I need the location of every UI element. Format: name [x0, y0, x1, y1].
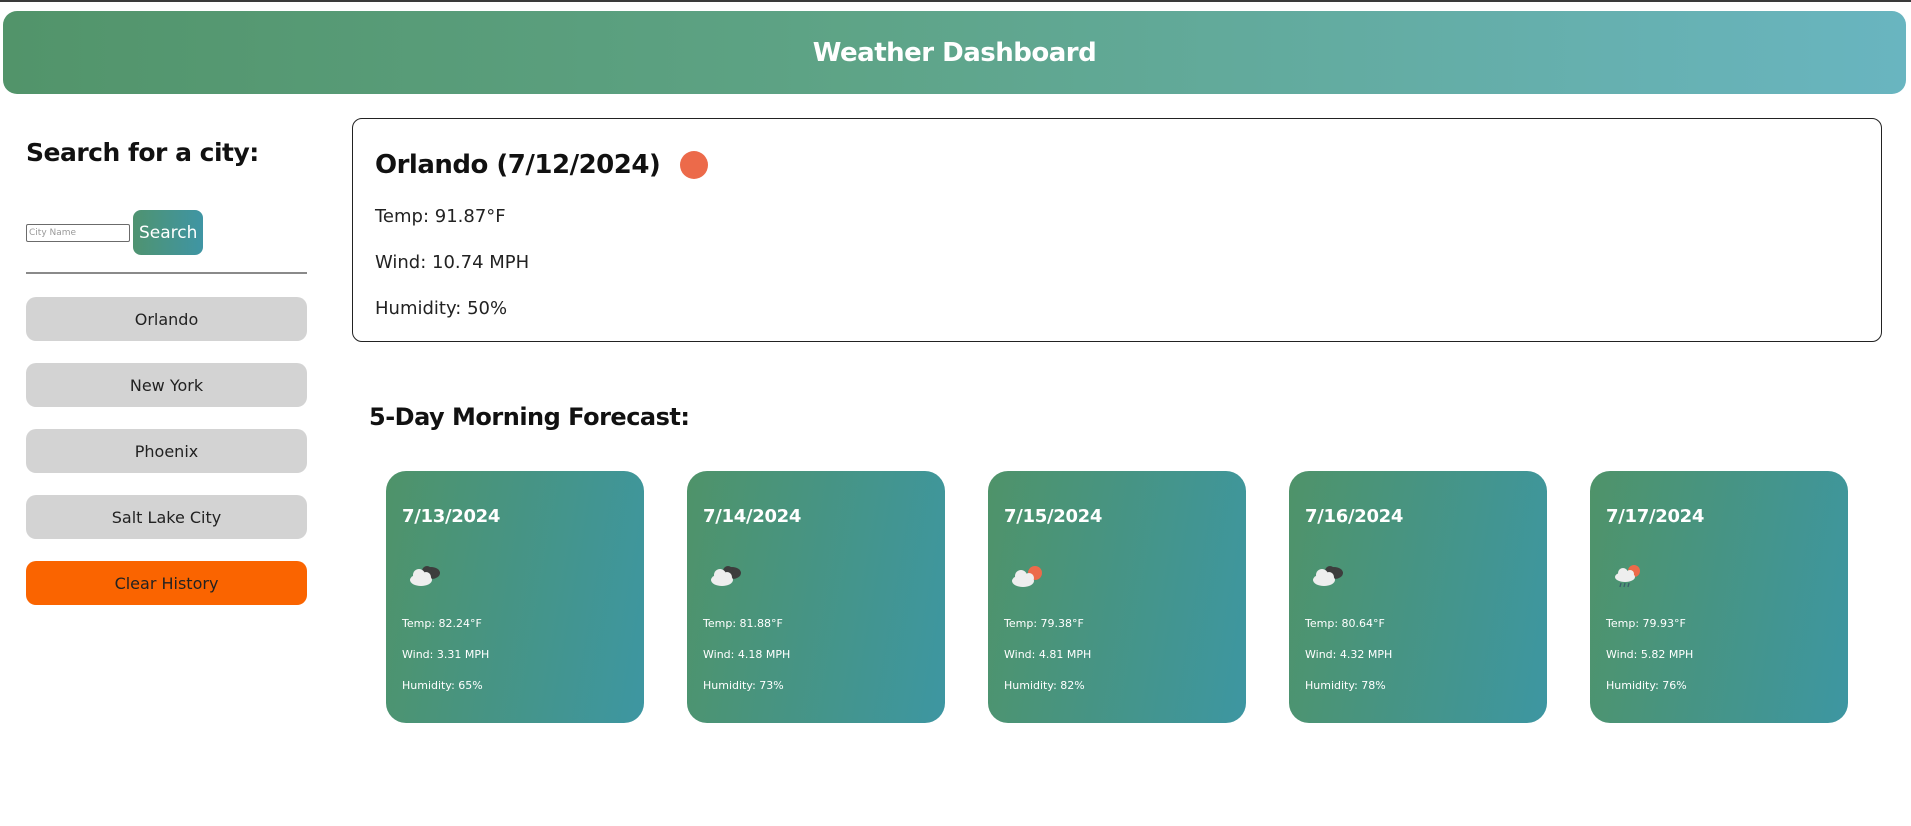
forecast-humidity: Humidity: 82%	[1004, 679, 1085, 692]
forecast-wind: Wind: 4.18 MPH	[703, 648, 791, 661]
history-item-orlando[interactable]: Orlando	[26, 297, 307, 341]
forecast-humidity: Humidity: 65%	[402, 679, 483, 692]
clear-history-button[interactable]: Clear History	[26, 561, 307, 605]
partly-cloudy-icon	[1012, 566, 1042, 587]
forecast-cards: 7/13/2024 Temp: 82.24°F Wind: 3.31 MPH H…	[386, 471, 1848, 723]
forecast-wind: Wind: 5.82 MPH	[1606, 648, 1694, 661]
history-item-new-york[interactable]: New York	[26, 363, 307, 407]
page-header: Weather Dashboard	[3, 11, 1906, 94]
forecast-date: 7/16/2024	[1305, 506, 1404, 527]
city-search-input[interactable]	[26, 223, 130, 242]
page-title: Weather Dashboard	[812, 37, 1097, 68]
history-item-salt-lake-city[interactable]: Salt Lake City	[26, 495, 307, 539]
forecast-humidity: Humidity: 78%	[1305, 679, 1386, 692]
current-city-date: Orlando (7/12/2024)	[375, 150, 661, 180]
current-wind: Wind: 10.74 MPH	[375, 252, 530, 273]
overcast-clouds-icon	[410, 566, 440, 586]
rain-sun-icon	[1615, 565, 1640, 588]
forecast-wind: Wind: 4.81 MPH	[1004, 648, 1092, 661]
forecast-date: 7/17/2024	[1606, 506, 1705, 527]
forecast-heading: 5-Day Morning Forecast:	[369, 403, 690, 431]
history-item-phoenix[interactable]: Phoenix	[26, 429, 307, 473]
forecast-temp: Temp: 81.88°F	[703, 617, 783, 630]
current-weather-panel: Orlando (7/12/2024) Temp: 91.87°F Wind: …	[352, 118, 1882, 342]
forecast-temp: Temp: 82.24°F	[402, 617, 482, 630]
forecast-temp: Temp: 79.38°F	[1004, 617, 1084, 630]
forecast-date: 7/13/2024	[402, 506, 501, 527]
search-heading: Search for a city:	[26, 138, 259, 167]
forecast-date: 7/14/2024	[703, 506, 802, 527]
current-temp: Temp: 91.87°F	[375, 206, 506, 227]
current-humidity: Humidity: 50%	[375, 298, 508, 319]
forecast-humidity: Humidity: 76%	[1606, 679, 1687, 692]
overcast-clouds-icon	[1313, 566, 1343, 586]
search-form: Search	[26, 210, 203, 255]
search-button[interactable]: Search	[133, 210, 203, 255]
forecast-humidity: Humidity: 73%	[703, 679, 784, 692]
forecast-card: 7/13/2024 Temp: 82.24°F Wind: 3.31 MPH H…	[386, 471, 644, 723]
forecast-card: 7/15/2024 Temp: 79.38°F Wind: 4.81 MPH H…	[988, 471, 1246, 723]
forecast-temp: Temp: 80.64°F	[1305, 617, 1385, 630]
overcast-clouds-icon	[711, 566, 741, 586]
forecast-temp: Temp: 79.93°F	[1606, 617, 1686, 630]
top-border	[0, 0, 1911, 2]
forecast-card: 7/16/2024 Temp: 80.64°F Wind: 4.32 MPH H…	[1289, 471, 1547, 723]
forecast-date: 7/15/2024	[1004, 506, 1103, 527]
forecast-card: 7/17/2024 Temp: 79.93°F Wind: 5.82 MPH H…	[1590, 471, 1848, 723]
forecast-wind: Wind: 3.31 MPH	[402, 648, 490, 661]
clear-sun-icon	[680, 151, 709, 179]
current-weather-header: Orlando (7/12/2024)	[375, 150, 709, 180]
search-history-list: Orlando New York Phoenix Salt Lake City	[26, 297, 307, 561]
sidebar-divider	[26, 272, 307, 274]
forecast-card: 7/14/2024 Temp: 81.88°F Wind: 4.18 MPH H…	[687, 471, 945, 723]
forecast-wind: Wind: 4.32 MPH	[1305, 648, 1393, 661]
